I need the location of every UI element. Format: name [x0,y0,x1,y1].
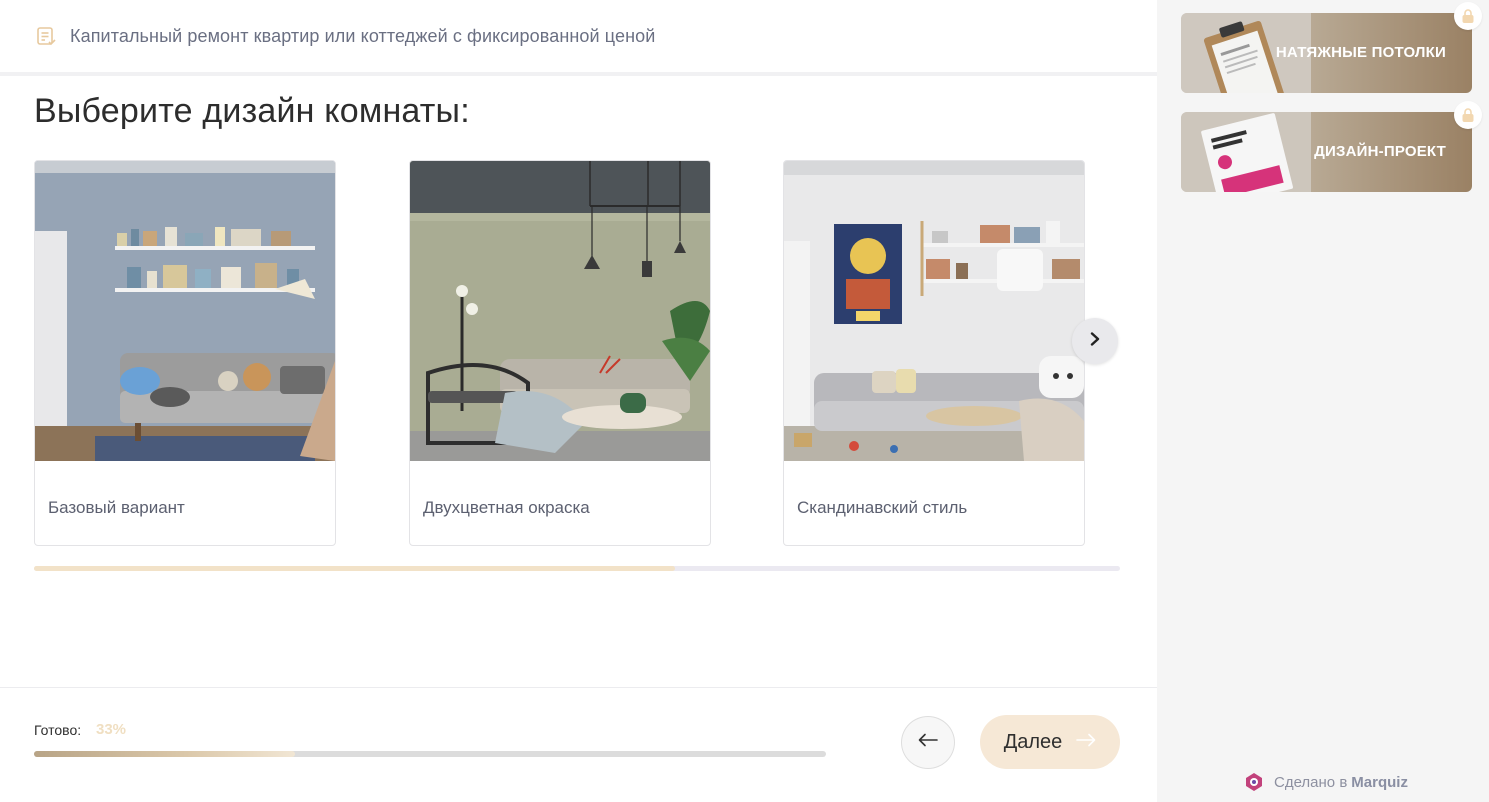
brochure-image [1181,112,1311,192]
option-label: Базовый вариант [48,498,185,517]
carousel-scrollbar[interactable] [34,566,1120,571]
next-button[interactable]: Далее [980,715,1120,769]
option-card-two-tone[interactable]: Двухцветная окраска [409,160,711,546]
quiz-title: Капитальный ремонт квартир или коттеджей… [70,25,656,46]
lock-icon [1454,2,1482,30]
made-with-text: Сделано в [1274,773,1348,791]
marquiz-brand: Marquiz [1351,773,1408,791]
progress-bar [34,751,826,757]
progress-bar-fill [34,751,296,757]
question-title: Выберите дизайн комнаты: [34,92,470,130]
bonus-sidebar: НАТЯЖНЫЕ ПОТОЛКИ ДИЗАЙН-ПРОЕКТ [1157,0,1489,802]
progress-label: Готово: [34,722,82,738]
lock-icon [1454,101,1482,129]
arrow-left-icon [918,733,938,752]
quiz-header: Капитальный ремонт квартир или коттеджей… [0,0,1157,76]
carousel-scrollbar-thumb[interactable] [34,566,675,571]
carousel-next-button[interactable] [1072,318,1118,364]
chevron-right-icon [1088,331,1102,351]
bonus-card-design-project[interactable]: ДИЗАЙН-ПРОЕКТ [1181,112,1472,192]
document-icon [34,24,58,48]
bonus-title: НАТЯЖНЫЕ ПОТОЛКИ [1275,44,1446,61]
option-image-scandinavian [784,161,1084,461]
progress-value: 33% [96,721,127,738]
made-with-marquiz[interactable]: Сделано в Marquiz [1244,772,1408,792]
bonus-card-ceilings[interactable]: НАТЯЖНЫЕ ПОТОЛКИ [1181,13,1472,93]
option-label: Скандинавский стиль [797,498,968,517]
option-card-basic[interactable]: Базовый вариант [34,160,336,546]
option-image-basic [35,161,335,461]
back-button[interactable] [901,716,955,769]
option-card-scandinavian[interactable]: Скандинавский стиль [783,160,1085,546]
bonus-title: ДИЗАЙН-ПРОЕКТ [1314,143,1446,160]
option-label: Двухцветная окраска [423,498,590,517]
marquiz-logo-icon [1244,772,1264,792]
next-button-label: Далее [1003,730,1063,753]
arrow-right-icon [1076,733,1096,752]
options-carousel: Базовый вариант Двухцветная окраска Скан… [34,160,1120,546]
option-image-two-tone [410,161,710,461]
quiz-main: Капитальный ремонт квартир или коттеджей… [0,0,1157,802]
